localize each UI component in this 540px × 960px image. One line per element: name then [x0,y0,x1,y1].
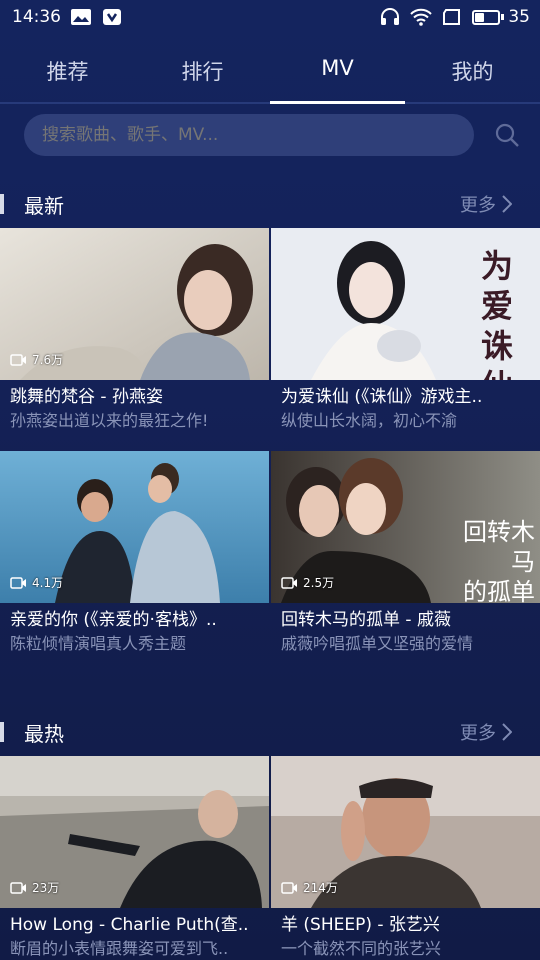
search-row [24,114,524,156]
mv-subtitle: 纵使山长水阔，初心不渝 [281,411,458,430]
thumbnail-title-line-1: 回转木马 [463,518,535,576]
battery-indicator: 35 [472,7,530,27]
mv-thumbnail[interactable]: 为爱诛仙 [271,228,540,380]
video-camera-icon [10,353,26,366]
mv-card-3[interactable]: 4.1万 亲爱的你 (《亲爱的·客栈》.. 陈粒倾情演唱真人秀主题 [0,451,269,659]
mv-title[interactable]: 跳舞的梵谷 - 孙燕姿 [0,380,259,410]
tab-mv[interactable]: MV [270,40,405,104]
search-input[interactable] [24,114,474,156]
video-camera-icon [10,881,26,894]
chevron-right-icon [502,195,512,213]
mv-card-6[interactable]: 214万 羊 (SHEEP) - 张艺兴 一个截然不同的张艺兴 [271,756,540,960]
view-count: 2.5万 [281,574,334,591]
mv-thumbnail[interactable]: 7.6万 [0,228,269,380]
status-left: 14:36 [12,7,123,27]
chevron-right-icon [502,723,512,741]
view-count-value: 23万 [32,881,60,895]
more-label: 更多 [460,195,496,216]
view-count-value: 7.6万 [32,353,64,367]
tab-recommend[interactable]: 推荐 [0,40,135,102]
section-title-label: 最新 [24,193,64,218]
view-count-value: 214万 [303,881,338,895]
mv-subtitle: 陈粒倾情演唱真人秀主题 [10,634,187,653]
mv-card-4[interactable]: 回转木马 的孤单 2.5万 回转木马的孤单 - 戚薇 戚薇吟唱孤单又坚强的爱情 [271,451,540,659]
mv-card-1[interactable]: 7.6万 跳舞的梵谷 - 孙燕姿 孙燕姿出道以来的最狂之作! [0,228,269,436]
mv-thumbnail[interactable]: 4.1万 [0,451,269,603]
more-button-newest[interactable]: 更多 [460,191,540,217]
mv-title[interactable]: How Long - Charlie Puth(查.. [0,908,259,938]
view-count: 7.6万 [10,351,63,368]
wifi-icon [410,8,433,26]
more-button-hottest[interactable]: 更多 [460,719,540,745]
headphones-icon [381,8,400,25]
view-count: 4.1万 [10,574,63,591]
section-title-label: 最热 [24,721,64,746]
view-count: 214万 [281,879,338,896]
section-title-newest: 最新 [0,190,64,219]
thumbnail-title-art: 为爱诛仙 [481,247,514,380]
mv-thumbnail[interactable]: 214万 [271,756,540,908]
section-header-hottest: 最热 更多 [0,714,540,750]
status-time: 14:36 [12,7,61,27]
more-label: 更多 [460,723,496,744]
shield-notification-icon [103,9,121,25]
battery-level: 35 [508,7,530,27]
mv-subtitle: 孙燕姿出道以来的最狂之作! [10,411,209,430]
view-count-value: 4.1万 [32,576,64,590]
mv-subtitle: 一个截然不同的张艺兴 [281,939,442,958]
status-right: 35 [379,7,530,27]
mv-card-2[interactable]: 为爱诛仙 为爱诛仙 (《诛仙》游戏主.. 纵使山长水阔，初心不渝 [271,228,540,436]
tab-mine[interactable]: 我的 [405,40,540,102]
section-marker [0,194,4,214]
video-camera-icon [281,576,297,589]
mv-thumbnail[interactable]: 回转木马 的孤单 2.5万 [271,451,540,603]
section-title-hottest: 最热 [0,718,64,747]
view-count-value: 2.5万 [303,576,335,590]
mv-subtitle: 断眉的小表情跟舞姿可爱到飞.. [10,939,229,958]
sim-card-icon [443,9,461,25]
mv-card-5[interactable]: 23万 How Long - Charlie Puth(查.. 断眉的小表情跟舞… [0,756,269,960]
top-tabs: 推荐 排行 MV 我的 [0,40,540,104]
thumbnail-title-line-2: 的孤单 [463,578,535,603]
mv-title[interactable]: 为爱诛仙 (《诛仙》游戏主.. [271,380,530,410]
view-count: 23万 [10,879,59,896]
section-marker [0,722,4,742]
section-header-newest: 最新 更多 [0,186,540,222]
mv-subtitle: 戚薇吟唱孤单又坚强的爱情 [281,634,474,653]
mv-title[interactable]: 羊 (SHEEP) - 张艺兴 [271,908,530,938]
video-camera-icon [10,576,26,589]
image-notification-icon [71,9,91,25]
tab-ranking[interactable]: 排行 [135,40,270,102]
battery-icon [472,9,501,25]
mv-title[interactable]: 亲爱的你 (《亲爱的·客栈》.. [0,603,259,633]
thumbnail-title-art: 回转木马 的孤单 [441,517,535,603]
search-icon[interactable] [494,122,520,148]
mv-title[interactable]: 回转木马的孤单 - 戚薇 [271,603,530,633]
mv-thumbnail[interactable]: 23万 [0,756,269,908]
status-bar: 14:36 35 [0,0,540,34]
video-camera-icon [281,881,297,894]
